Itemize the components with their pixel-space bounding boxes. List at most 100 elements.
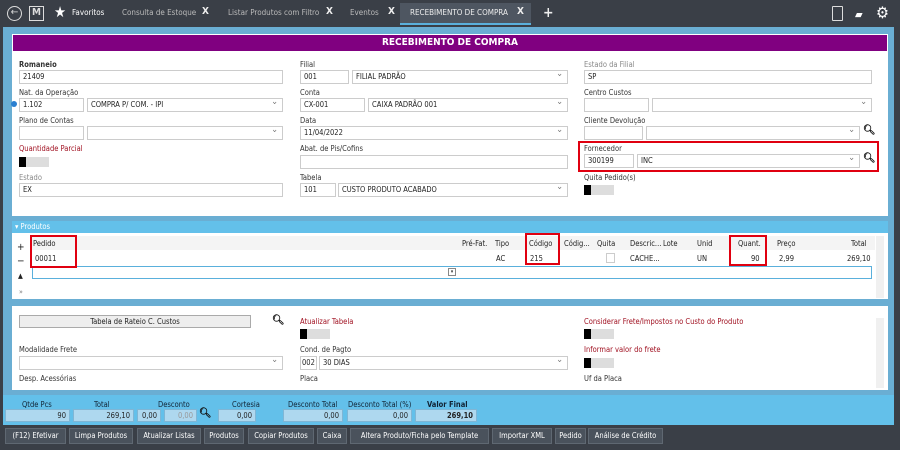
informar-frete-label: Informar valor do frete: [584, 345, 661, 354]
tabela-label: Tabela: [300, 173, 322, 182]
modalidade-frete-select[interactable]: [19, 356, 283, 370]
analise-credito-button[interactable]: Análise de Crédito: [588, 428, 663, 444]
move-up-button[interactable]: ▲: [18, 272, 23, 280]
cond-pagto-code[interactable]: 002: [300, 356, 317, 370]
atualizar-tabela-toggle[interactable]: [300, 329, 330, 339]
plano-contas-code[interactable]: [19, 126, 84, 140]
clipboard-icon[interactable]: [832, 6, 843, 21]
close-icon[interactable]: X: [202, 6, 209, 17]
col-total[interactable]: Total: [851, 239, 867, 248]
produtos-button[interactable]: Produtos: [204, 428, 244, 444]
quita-pedidos-toggle[interactable]: [584, 185, 614, 195]
dropdown-icon[interactable]: ▾: [448, 268, 456, 276]
filial-select[interactable]: FILIAL PADRÃO: [352, 70, 568, 84]
cell-preco[interactable]: 2,99: [779, 254, 794, 263]
rateio-button[interactable]: Tabela de Rateio C. Custos: [19, 315, 251, 328]
atualizar-listas-button[interactable]: Atualizar Listas: [137, 428, 201, 444]
limpa-produtos-button[interactable]: Limpa Produtos: [69, 428, 133, 444]
cliente-devolucao-select[interactable]: [646, 126, 860, 140]
filial-label: Filial: [300, 60, 315, 69]
estado-filial-input[interactable]: SP: [584, 70, 872, 84]
highlight-codigo: [525, 233, 560, 265]
star-icon[interactable]: ★: [54, 3, 66, 21]
plano-contas-select[interactable]: [87, 126, 283, 140]
data-label: Data: [300, 116, 317, 125]
info-icon[interactable]: [11, 101, 17, 107]
col-preco[interactable]: Preço: [777, 239, 796, 248]
efetivar-button[interactable]: (F12) Efetivar: [5, 428, 66, 444]
copiar-produtos-button[interactable]: Copiar Produtos: [248, 428, 314, 444]
altera-produto-template-button[interactable]: Altera Produto/Ficha pelo Template: [350, 428, 489, 444]
remove-row-button[interactable]: −: [17, 256, 25, 267]
centro-custos-select[interactable]: [652, 98, 872, 112]
cond-pagto-select[interactable]: 30 DIAS: [319, 356, 568, 370]
col-pre-fat[interactable]: Pré-Fat.: [462, 239, 487, 248]
extra-scrollbar[interactable]: [876, 318, 884, 388]
filial-code[interactable]: 001: [300, 70, 349, 84]
cell-tipo[interactable]: AC: [496, 254, 505, 263]
col-codigo2[interactable]: Códig...: [564, 239, 590, 248]
back-icon[interactable]: ←: [7, 6, 22, 21]
col-tipo[interactable]: Tipo: [495, 239, 509, 248]
qtde-pcs-label: Qtde Pcs: [22, 400, 52, 409]
search-icon[interactable]: 🔍︎: [199, 408, 212, 419]
col-descricao[interactable]: Descric...: [630, 239, 661, 248]
cell-total[interactable]: 269,10: [847, 254, 871, 263]
cell-descricao[interactable]: CACHE...: [630, 254, 660, 263]
chat-icon[interactable]: ▰: [855, 8, 863, 21]
add-row-button[interactable]: +: [17, 242, 25, 253]
close-icon[interactable]: X: [517, 6, 524, 17]
desconto-value[interactable]: 0,00: [137, 409, 161, 422]
importar-xml-button[interactable]: Importar XML: [492, 428, 552, 444]
col-unid[interactable]: Unid: [697, 239, 712, 248]
add-tab-icon[interactable]: +: [543, 5, 554, 21]
considerar-frete-toggle[interactable]: [584, 329, 614, 339]
centro-custos-label: Centro Custos: [584, 88, 632, 97]
close-icon[interactable]: X: [326, 6, 333, 17]
conta-code[interactable]: CX-001: [300, 98, 365, 112]
quita-checkbox[interactable]: [606, 253, 615, 263]
menu-logo-icon[interactable]: M: [29, 6, 44, 21]
total-value: 269,10: [73, 409, 134, 422]
conta-label: Conta: [300, 88, 320, 97]
conta-select[interactable]: CAIXA PADRÃO 001: [368, 98, 568, 112]
abat-label: Abat. de Pis/Cofins: [300, 144, 363, 153]
data-input[interactable]: 11/04/2022: [300, 126, 568, 140]
tab-listar-produtos[interactable]: Listar Produtos com Filtro: [228, 8, 319, 17]
romaneio-input[interactable]: 21409: [19, 70, 283, 84]
estado-filial-label: Estado da Filial: [584, 60, 635, 69]
tabela-code[interactable]: 101: [300, 183, 336, 197]
centro-custos-code[interactable]: [584, 98, 649, 112]
close-icon[interactable]: X: [388, 6, 395, 17]
produtos-section-header[interactable]: ▾ Produtos: [12, 221, 888, 233]
tabela-select[interactable]: CUSTO PRODUTO ACABADO: [338, 183, 568, 197]
fornecedor-select[interactable]: INC: [637, 154, 860, 168]
nat-operacao-select[interactable]: COMPRA P/ COM. - IPI: [87, 98, 283, 112]
search-icon[interactable]: 🔍︎: [863, 125, 876, 136]
search-icon[interactable]: 🔍︎: [863, 153, 876, 164]
desconto-label: Desconto: [158, 400, 190, 409]
fornecedor-code[interactable]: 300199: [584, 154, 634, 168]
caixa-button[interactable]: Caixa: [317, 428, 347, 444]
cliente-devolucao-code[interactable]: [584, 126, 643, 140]
expand-button[interactable]: »: [19, 288, 23, 296]
col-quita[interactable]: Quita: [597, 239, 615, 248]
pedido-button[interactable]: Pedido: [555, 428, 586, 444]
nat-operacao-code[interactable]: 1.102: [19, 98, 84, 112]
gear-icon[interactable]: ⚙: [876, 3, 889, 22]
tab-eventos[interactable]: Eventos: [350, 8, 379, 17]
grid-scrollbar[interactable]: [876, 236, 884, 298]
cell-unid[interactable]: UN: [697, 254, 707, 263]
favorites-menu[interactable]: Favoritos: [72, 8, 104, 17]
tab-consulta-estoque[interactable]: Consulta de Estoque: [122, 8, 196, 17]
placa-label: Placa: [300, 374, 318, 383]
estado-input[interactable]: EX: [19, 183, 283, 197]
quantidade-parcial-toggle[interactable]: [19, 157, 49, 167]
search-icon[interactable]: 🔍︎: [272, 315, 285, 326]
informar-frete-toggle[interactable]: [584, 358, 614, 368]
desconto-pct-value[interactable]: 0,00: [164, 409, 197, 422]
cortesia-value[interactable]: 0,00: [218, 409, 256, 422]
abat-input[interactable]: [300, 155, 568, 169]
col-lote[interactable]: Lote: [663, 239, 678, 248]
tab-label[interactable]: RECEBIMENTO DE COMPRA: [410, 8, 508, 17]
